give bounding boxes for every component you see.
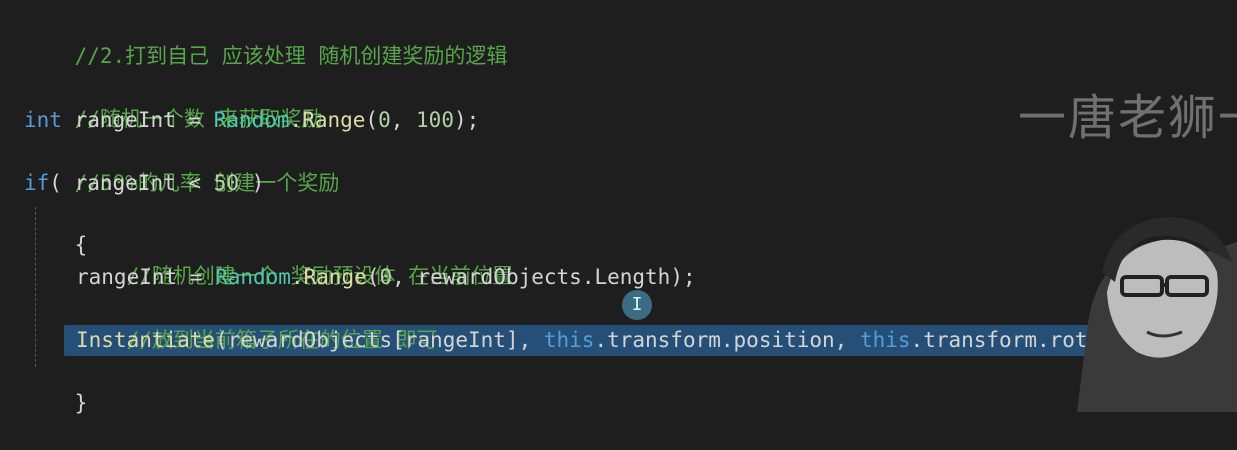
punct: ( <box>366 265 380 289</box>
punct: ] <box>505 328 519 352</box>
punct: ); <box>453 108 480 132</box>
code-line-3[interactable]: int rangeInt = Random.Range(0, 100); <box>24 105 479 136</box>
code-line-5[interactable]: if( rangeInt < 50 ) <box>24 168 264 199</box>
keyword: this <box>543 328 595 352</box>
method-name: Instantiate <box>76 328 216 352</box>
punct: ( <box>365 108 379 132</box>
number: 0 <box>378 108 391 132</box>
code-line-8[interactable]: rangeInt = Random.Range(0, rewardObjects… <box>76 262 696 293</box>
identifier: rangeInt <box>74 108 176 132</box>
punct: . <box>289 108 303 132</box>
keyword: int <box>24 108 62 132</box>
punct: ( <box>215 328 228 352</box>
identifier: rangeInt <box>74 171 176 195</box>
code-editor[interactable]: //2.打到自己 应该处理 随机创建奖励的逻辑 //随机一个数 来获取奖励 in… <box>0 0 1237 415</box>
punct: ( <box>49 171 75 195</box>
identifier: rangeInt <box>76 265 178 289</box>
identifier: rangeInt <box>404 328 506 352</box>
punct: ) <box>238 171 265 195</box>
punct: , <box>834 328 860 352</box>
code-line-4[interactable]: //50%的几率 创建一个奖励 <box>24 137 340 195</box>
punct: [ <box>392 328 405 352</box>
code-line-2[interactable]: //随机一个数 来获取奖励 <box>24 73 323 131</box>
comment: //2.打到自己 应该处理 随机创建奖励的逻辑 <box>74 44 508 68</box>
code-line-7[interactable]: //随机创建一个 奖励预设体 在当前位置 <box>76 230 514 288</box>
punct: , <box>518 328 544 352</box>
identifier: rewardObjects <box>417 265 582 289</box>
method-name: Range <box>302 108 366 132</box>
property: Length <box>594 265 671 289</box>
brace: } <box>74 391 88 415</box>
watermark: 一唐老狮一 <box>1018 90 1237 146</box>
class-name: Random <box>215 265 291 289</box>
punct: , <box>392 265 418 289</box>
operator: < <box>175 171 214 195</box>
operator: = <box>177 265 216 289</box>
keyword: if <box>24 171 50 195</box>
code-line-1[interactable]: //2.打到自己 应该处理 随机创建奖励的逻辑 <box>24 10 508 68</box>
code-line-11[interactable]: } <box>24 357 88 415</box>
punct: , <box>390 108 417 132</box>
punct: . <box>581 265 595 289</box>
keyword: this <box>859 328 911 352</box>
punct: ); <box>670 265 696 289</box>
member-access: .transform.position <box>594 328 835 352</box>
code-line-9[interactable]: //放到当前箱子所在的位置 即可 <box>76 294 438 352</box>
number: 0 <box>379 265 393 289</box>
number: 50 <box>213 171 239 195</box>
code-line-6[interactable]: { <box>24 199 88 257</box>
text-cursor-icon: I <box>622 290 652 320</box>
presenter-avatar <box>1077 217 1237 412</box>
number: 100 <box>416 108 454 132</box>
class-name: Random <box>213 108 290 132</box>
identifier: rewardObjects <box>227 328 393 352</box>
code-line-10[interactable]: Instantiate(rewardObjects[rangeInt], thi… <box>76 325 1176 356</box>
operator: = <box>175 108 214 132</box>
method-name: Range <box>303 265 367 289</box>
punct: . <box>290 265 304 289</box>
